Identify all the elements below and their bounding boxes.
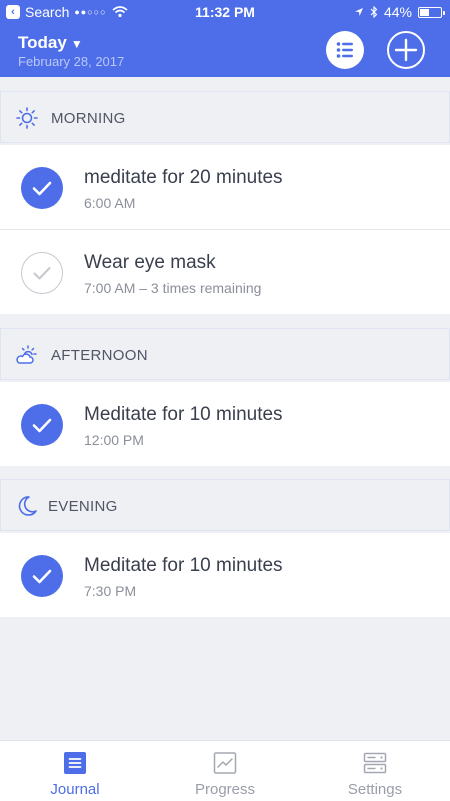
status-right: 44% bbox=[354, 4, 445, 20]
location-icon bbox=[354, 8, 363, 16]
tab-label: Settings bbox=[347, 781, 403, 798]
plus-icon bbox=[394, 38, 418, 62]
tab-settings[interactable]: Settings bbox=[300, 741, 450, 801]
settings-icon bbox=[363, 752, 387, 774]
tab-label: Journal bbox=[50, 781, 100, 798]
section-evening-header: EVENING bbox=[0, 479, 450, 531]
header-date: February 28, 2017 bbox=[18, 54, 125, 69]
task-checkbox[interactable] bbox=[21, 555, 63, 597]
journal-icon bbox=[64, 752, 86, 774]
day-selector[interactable]: Today ▼ bbox=[18, 33, 83, 53]
check-icon bbox=[33, 267, 51, 280]
task-time: 12:00 PM bbox=[84, 432, 144, 448]
caret-down-icon: ▼ bbox=[70, 37, 83, 51]
tab-label: Progress bbox=[194, 781, 256, 798]
day-title: Today bbox=[18, 33, 67, 52]
task-title: Meditate for 10 minutes bbox=[84, 404, 283, 425]
partly-cloudy-icon bbox=[16, 345, 37, 364]
task-checkbox[interactable] bbox=[21, 404, 63, 446]
battery-level bbox=[420, 8, 429, 16]
task-row[interactable]: Wear eye mask 7:00 AM – 3 times remainin… bbox=[0, 230, 450, 314]
list-view-button[interactable] bbox=[326, 31, 364, 69]
task-row[interactable]: Meditate for 10 minutes 12:00 PM bbox=[0, 382, 450, 466]
task-title: Wear eye mask bbox=[84, 252, 216, 273]
task-row[interactable]: Meditate for 10 minutes 7:30 PM bbox=[0, 533, 450, 617]
task-time: 7:00 AM – 3 times remaining bbox=[84, 280, 262, 296]
tab-bar: Journal Progress Settings bbox=[0, 740, 450, 801]
tab-progress[interactable]: Progress bbox=[150, 741, 300, 801]
section-title: EVENING bbox=[48, 498, 118, 515]
chart-icon bbox=[213, 752, 237, 774]
section-title: AFTERNOON bbox=[51, 347, 148, 364]
sun-icon bbox=[16, 107, 38, 129]
task-time: 6:00 AM bbox=[84, 195, 136, 211]
bluetooth-icon bbox=[370, 6, 378, 18]
section-morning-header: MORNING bbox=[0, 91, 450, 143]
task-time: 7:30 PM bbox=[84, 583, 137, 599]
status-bar: ‹ Search ●●○○○ 11:32 PM 44% bbox=[0, 0, 450, 24]
task-title: meditate for 20 minutes bbox=[84, 167, 283, 188]
check-icon bbox=[32, 569, 52, 584]
check-icon bbox=[32, 181, 52, 196]
check-icon bbox=[32, 418, 52, 433]
task-checkbox[interactable] bbox=[21, 252, 63, 294]
add-button[interactable] bbox=[387, 31, 425, 69]
task-checkbox[interactable] bbox=[21, 167, 63, 209]
task-row[interactable]: meditate for 20 minutes 6:00 AM bbox=[0, 145, 450, 229]
app-header: ‹ Search ●●○○○ 11:32 PM 44% Today ▼ Febr… bbox=[0, 0, 450, 77]
battery-icon bbox=[418, 6, 445, 18]
moon-icon bbox=[18, 496, 37, 516]
task-title: Meditate for 10 minutes bbox=[84, 555, 283, 576]
section-afternoon-header: AFTERNOON bbox=[0, 328, 450, 380]
list-icon bbox=[336, 42, 353, 58]
tab-journal[interactable]: Journal bbox=[0, 741, 150, 801]
battery-percent: 44% bbox=[383, 4, 412, 20]
section-title: MORNING bbox=[51, 110, 126, 127]
